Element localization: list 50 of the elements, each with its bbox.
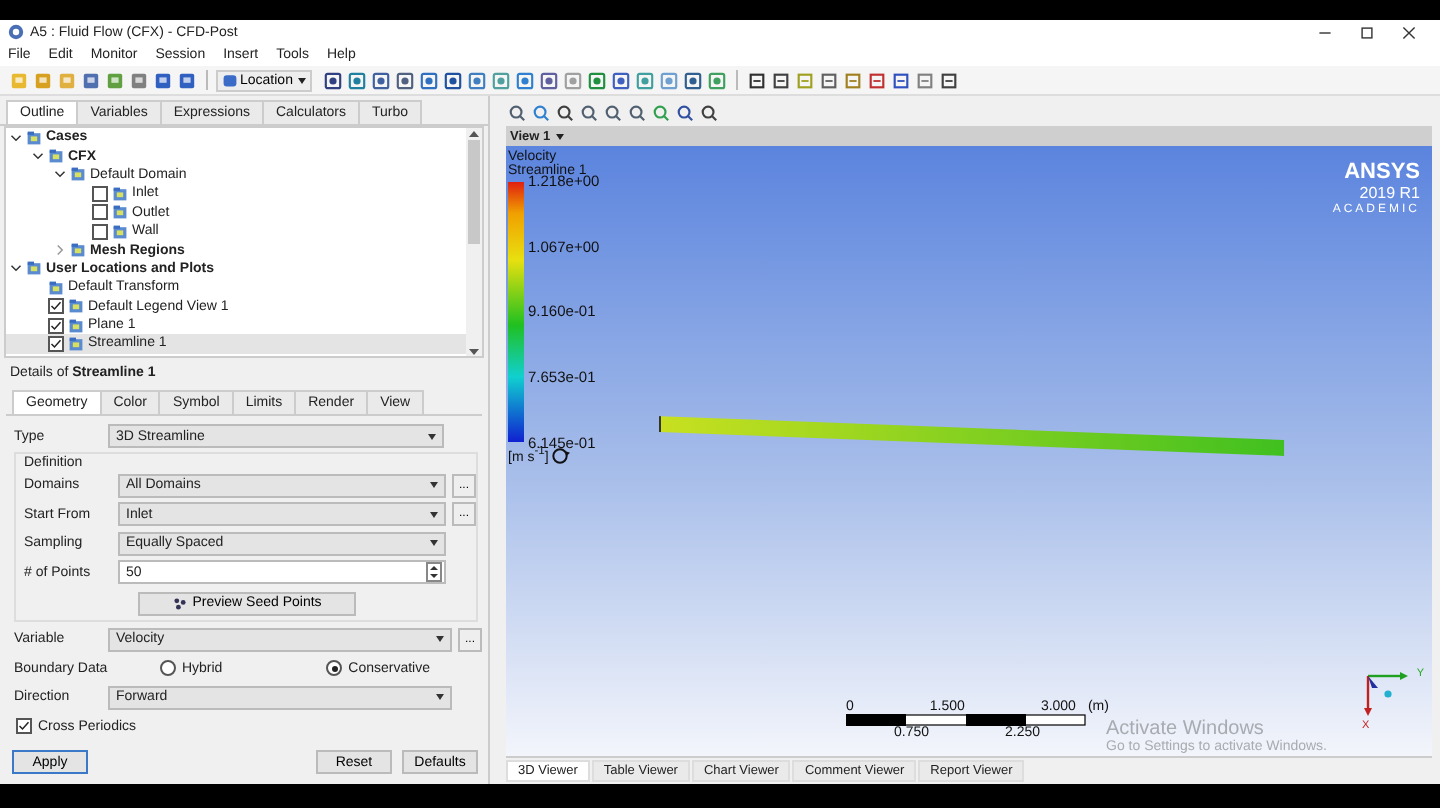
collapse-chevron-icon[interactable] xyxy=(10,262,22,275)
tree-item-icon xyxy=(70,166,86,183)
toolbar-icon[interactable] xyxy=(772,71,791,89)
checkbox[interactable] xyxy=(48,317,64,334)
logo-version: 2019 R1 xyxy=(1359,184,1420,202)
tree-item-icon xyxy=(26,129,42,146)
tree-item-icon xyxy=(26,260,42,277)
view-tool-icon[interactable] xyxy=(628,104,646,122)
toolbar-icon[interactable] xyxy=(540,71,559,89)
toolbar-icon[interactable] xyxy=(748,71,767,89)
logo-name: ANSYS xyxy=(1344,160,1420,184)
toolbar-icon[interactable] xyxy=(940,71,959,89)
seed-points-icon xyxy=(172,595,189,611)
view-tool-icon[interactable] xyxy=(700,104,718,122)
checkbox[interactable] xyxy=(92,204,108,221)
radio-button[interactable] xyxy=(326,660,343,677)
view-tool-icon[interactable] xyxy=(508,104,526,122)
tree-item-icon xyxy=(70,242,86,259)
checkbox[interactable] xyxy=(48,298,64,315)
toolbar-icon[interactable] xyxy=(372,71,391,89)
activation-title: Activate Windows xyxy=(1106,718,1264,740)
toolbar-icon[interactable] xyxy=(868,71,887,89)
tree-item-icon xyxy=(48,279,64,296)
collapse-chevron-icon[interactable] xyxy=(10,131,22,144)
checkbox[interactable] xyxy=(92,223,108,240)
maximize-icon[interactable] xyxy=(1360,25,1374,39)
view-tool-icon[interactable] xyxy=(604,104,622,122)
toolbar-icon[interactable] xyxy=(892,71,911,89)
radio-button[interactable] xyxy=(159,660,176,677)
toolbar-icon[interactable] xyxy=(612,71,631,89)
toolbar-icon[interactable] xyxy=(324,71,343,89)
vertical-scrollbar[interactable] xyxy=(466,128,482,356)
location-icon xyxy=(222,72,238,88)
toolbar-icon[interactable] xyxy=(684,71,703,89)
rotate-cursor-icon xyxy=(550,446,571,466)
view-tool-icon[interactable] xyxy=(556,104,574,122)
collapse-chevron-icon[interactable] xyxy=(32,150,44,163)
toolbar-icon[interactable] xyxy=(444,71,463,89)
view-tool-icon[interactable] xyxy=(580,104,598,122)
view-tool-icon[interactable] xyxy=(676,104,694,122)
toolbar-icon[interactable] xyxy=(396,71,415,89)
toolbar-icon[interactable] xyxy=(820,71,839,89)
expand-chevron-icon[interactable] xyxy=(54,244,66,257)
scroll-down-icon[interactable] xyxy=(468,348,480,356)
tree-item-icon xyxy=(48,148,64,165)
checkbox[interactable] xyxy=(92,185,108,202)
checkbox[interactable] xyxy=(16,718,32,734)
collapse-chevron-icon[interactable] xyxy=(54,168,66,181)
close-icon[interactable] xyxy=(1402,25,1416,39)
checkbox[interactable] xyxy=(48,335,64,352)
